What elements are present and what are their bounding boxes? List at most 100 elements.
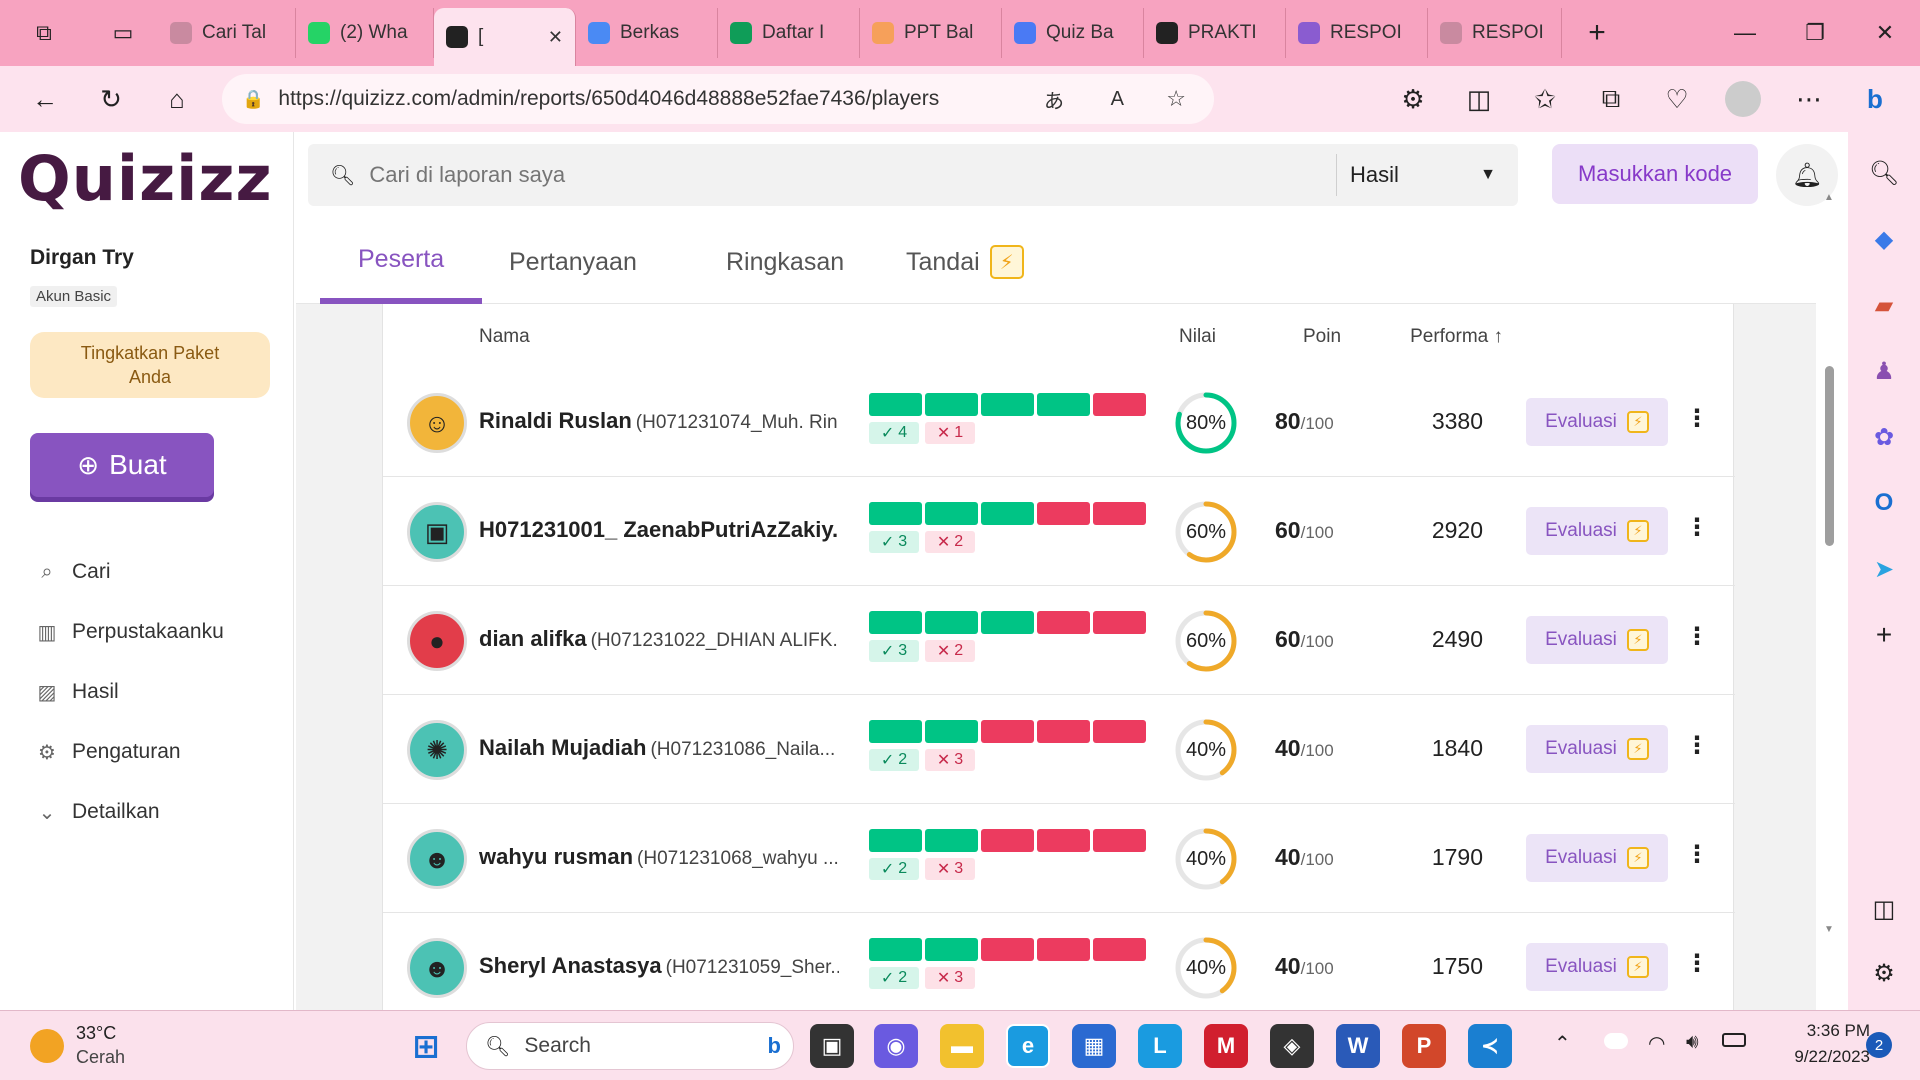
row-more-menu-icon[interactable]: ⋮ [1685,840,1709,869]
translate-icon[interactable]: あ [1044,85,1064,114]
evaluate-button[interactable]: Evaluasi ⚡︎ [1526,943,1668,991]
sidebar-item-detailkan[interactable]: ⌄ Detailkan [36,792,276,832]
reload-button[interactable]: ↻ [78,66,144,132]
evaluate-button[interactable]: Evaluasi ⚡︎ [1526,834,1668,882]
browser-tab[interactable]: RESPOI [1286,8,1428,58]
clock-date[interactable]: 9/22/2023 [1760,1047,1870,1067]
teams-chat-icon[interactable]: ◉ [874,1024,918,1068]
mcafee-icon[interactable]: M [1204,1024,1248,1068]
evaluate-button[interactable]: Evaluasi ⚡︎ [1526,398,1668,446]
evaluate-button[interactable]: Evaluasi ⚡︎ [1526,616,1668,664]
favorite-star-icon[interactable]: ☆ [1166,86,1186,112]
close-tab-icon[interactable]: ✕ [548,27,563,48]
browser-tab[interactable]: RESPOI [1428,8,1562,58]
browser-tab[interactable]: (2) Wha [296,8,434,58]
weather-desc[interactable]: Cerah [76,1047,125,1068]
battery-icon[interactable] [1722,1033,1746,1047]
microsoft-store-icon[interactable]: ▦ [1072,1024,1116,1068]
sidebar-item-pengaturan[interactable]: ⚙ Pengaturan [36,732,276,772]
table-row[interactable]: ▣ H071231001_ ZaenabPutriAzZakiy... ✓ 3 ✕ 2 60… [383,477,1735,586]
more-menu-icon[interactable]: ⋯ [1776,66,1842,132]
browser-tab[interactable]: Quiz Ba [1002,8,1144,58]
enter-code-button[interactable]: Masukkan kode [1552,144,1758,204]
table-row[interactable]: ☻ wahyu rusman (H071231068_wahyu ... ✓ 2 ✕ 3 40… [383,804,1735,913]
row-more-menu-icon[interactable]: ⋮ [1685,949,1709,978]
minimize-button[interactable]: — [1710,0,1780,66]
extensions-icon[interactable]: ⚙ [1380,66,1446,132]
table-row[interactable]: ☺ Rinaldi Ruslan (H071231074_Muh. Rin... ✓ 4… [383,368,1735,477]
player-name[interactable]: Sheryl Anastasya (H071231059_Sher... [479,953,839,979]
outlook-icon[interactable]: O [1848,470,1920,536]
quizizz-logo[interactable]: Quizizz [18,142,273,215]
task-view-icon[interactable]: ▣ [810,1024,854,1068]
edge-browser-icon[interactable]: e [1006,1024,1050,1068]
upgrade-plan-button[interactable]: Tingkatkan Paket Anda [30,332,270,398]
report-filter-dropdown[interactable]: Hasil ▼ [1350,144,1510,206]
tab-pertanyaan[interactable]: Pertanyaan [471,220,675,304]
profile-avatar[interactable] [1710,66,1776,132]
table-row[interactable]: ● dian alifka (H071231022_DHIAN ALIFK... ✓ 3… [383,586,1735,695]
notification-count-badge[interactable]: 2 [1866,1032,1892,1058]
favorites-icon[interactable]: ✩ [1512,66,1578,132]
close-window-button[interactable]: ✕ [1850,0,1920,66]
unity-icon[interactable]: ◈ [1270,1024,1314,1068]
tab-ringkasan[interactable]: Ringkasan [688,220,882,304]
telegram-icon[interactable]: ➤ [1848,536,1920,602]
sidebar-item-cari[interactable]: ⌕ Cari [36,552,276,592]
evaluate-button[interactable]: Evaluasi ⚡︎ [1526,725,1668,773]
read-aloud-icon[interactable]: A [1111,88,1124,111]
sidebar-search-icon[interactable]: 🔍︎ [1848,140,1920,206]
browser-tab[interactable]: PRAKTI [1144,8,1286,58]
cloud-icon[interactable] [1604,1033,1628,1049]
file-explorer-icon[interactable]: ▬ [940,1024,984,1068]
bing-copilot-icon[interactable]: b [1842,66,1908,132]
wifi-icon[interactable]: ◠ [1648,1031,1665,1056]
player-name[interactable]: dian alifka (H071231022_DHIAN ALIFK... [479,626,839,652]
tab-tandai[interactable]: Tandai ⚡︎ [868,220,1062,304]
tab-peserta[interactable]: Peserta [320,220,483,304]
windows-start-icon[interactable]: ⊞ [404,1024,448,1068]
sidebar-item-perpustakaanku[interactable]: ▥ Perpustakaanku [36,612,276,652]
create-button[interactable]: ⊕ Buat [30,433,214,497]
player-name[interactable]: Rinaldi Ruslan (H071231074_Muh. Rin... [479,408,839,434]
row-more-menu-icon[interactable]: ⋮ [1685,622,1709,651]
browser-tab[interactable]: Berkas [576,8,718,58]
new-tab-button[interactable]: + [1562,0,1632,66]
word-icon[interactable]: W [1336,1024,1380,1068]
show-hidden-icons-icon[interactable]: ⌃ [1554,1031,1571,1056]
back-button[interactable]: ← [12,66,78,132]
tab-actions-icon[interactable]: ▭ [88,0,158,66]
home-button[interactable]: ⌂ [144,66,210,132]
microsoft-365-icon[interactable]: ✿ [1848,404,1920,470]
games-icon[interactable]: ♟ [1848,338,1920,404]
lenovo-l-icon[interactable]: L [1138,1024,1182,1068]
column-header-performance[interactable]: Performa ↑ [1383,326,1503,348]
vscode-icon[interactable]: ≺ [1468,1024,1512,1068]
column-header-points[interactable]: Poin [1303,326,1341,348]
health-icon[interactable]: ♡ [1644,66,1710,132]
workspaces-icon[interactable]: ⧉ [0,0,88,66]
volume-icon[interactable]: 🔊︎ [1686,1031,1699,1054]
scrollbar-thumb[interactable] [1825,366,1834,546]
table-row[interactable]: ✺ Nailah Mujadiah (H071231086_Naila... ✓ 2 ✕ 3… [383,695,1735,804]
report-search-input[interactable] [369,162,1330,188]
tools-briefcase-icon[interactable]: ▰ [1848,272,1920,338]
browser-tab[interactable]: PPT Bal [860,8,1002,58]
row-more-menu-icon[interactable]: ⋮ [1685,513,1709,542]
taskbar-search-box[interactable]: 🔍︎ Search b [466,1022,794,1070]
collections-icon[interactable]: ⧉ [1578,66,1644,132]
page-scrollbar[interactable]: ▲ ▼ [1822,192,1836,942]
powerpoint-icon[interactable]: P [1402,1024,1446,1068]
split-screen-icon[interactable]: ◫ [1446,66,1512,132]
restore-button[interactable]: ❐ [1780,0,1850,66]
sidebar-settings-icon[interactable]: ⚙ [1848,940,1920,1006]
browser-tab[interactable]: [✕ [434,8,576,66]
browser-tab[interactable]: Daftar I [718,8,860,58]
player-name[interactable]: Nailah Mujadiah (H071231086_Naila... [479,735,839,761]
table-row[interactable]: ☻ Sheryl Anastasya (H071231059_Sher... ✓ 2 ✕ 3… [383,913,1735,1010]
address-bar[interactable]: 🔒 https://quizizz.com/admin/reports/650d… [222,74,1214,124]
weather-sun-icon[interactable] [30,1029,64,1063]
add-sidebar-app-icon[interactable]: + [1848,602,1920,668]
clock-time[interactable]: 3:36 PM [1760,1021,1870,1041]
sidebar-panel-icon[interactable]: ◫ [1848,876,1920,942]
